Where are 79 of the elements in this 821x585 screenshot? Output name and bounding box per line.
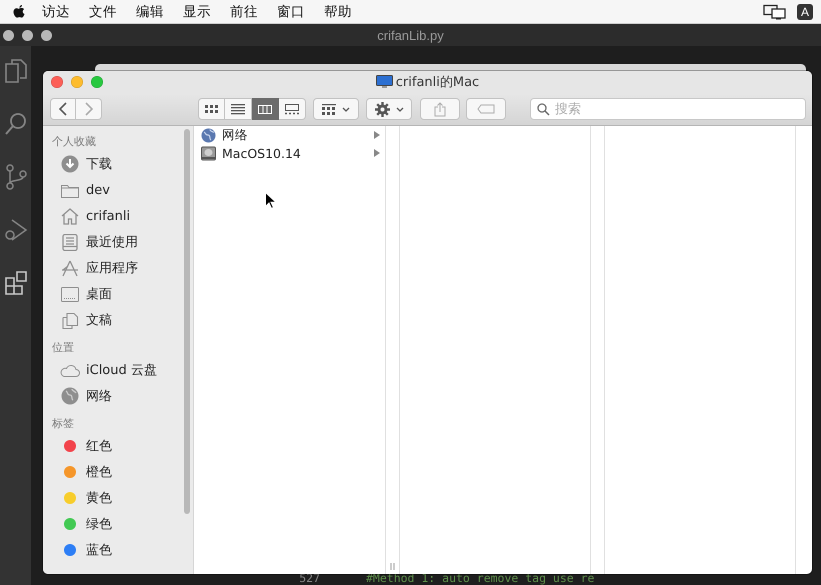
menu-item[interactable]: 窗口 bbox=[277, 2, 305, 20]
tray-icon bbox=[62, 234, 78, 250]
gallery-icon bbox=[285, 104, 299, 114]
chevron-down-icon bbox=[342, 106, 350, 112]
globe-icon bbox=[201, 128, 216, 142]
window-title: crifanLib.py bbox=[377, 28, 444, 42]
settings-icon bbox=[374, 102, 390, 116]
sidebar-item[interactable]: 红色 bbox=[43, 433, 184, 459]
files-icon[interactable] bbox=[4, 58, 28, 84]
scrollbar[interactable] bbox=[184, 129, 190, 514]
folder-icon bbox=[61, 182, 79, 198]
view-mode-button[interactable] bbox=[252, 98, 279, 120]
download-icon bbox=[61, 155, 79, 173]
mouse-pointer-icon bbox=[265, 192, 276, 209]
apps-icon bbox=[61, 260, 79, 276]
window-control[interactable] bbox=[22, 30, 33, 40]
sidebar-item[interactable]: 黄色 bbox=[43, 485, 184, 511]
view-mode-button[interactable] bbox=[198, 98, 225, 120]
view-mode-button[interactable] bbox=[279, 98, 306, 120]
tag-icon bbox=[477, 104, 495, 114]
icon-grid-icon bbox=[322, 104, 336, 114]
disclosure-arrow-icon bbox=[374, 149, 380, 157]
search-icon bbox=[537, 102, 550, 116]
menu-item[interactable]: 编辑 bbox=[136, 2, 164, 20]
sidebar-item[interactable]: crifanli bbox=[43, 203, 184, 229]
chevron-right-icon bbox=[84, 102, 92, 116]
search-field[interactable]: 搜索 bbox=[530, 98, 806, 120]
action-button[interactable] bbox=[366, 98, 412, 120]
sidebar-item[interactable]: 应用程序 bbox=[43, 255, 184, 281]
house-icon bbox=[61, 208, 79, 224]
share-icon bbox=[434, 102, 446, 116]
sidebar-item[interactable]: 网络 bbox=[43, 383, 184, 409]
computer-icon bbox=[376, 75, 393, 89]
menu-item[interactable]: 访达 bbox=[42, 2, 70, 20]
display-icon[interactable] bbox=[762, 4, 787, 20]
chevron-left-icon bbox=[59, 102, 67, 116]
menu-item[interactable]: 文件 bbox=[89, 2, 117, 20]
section-heading: 标签 bbox=[51, 416, 75, 432]
column-row[interactable]: MacOS10.14 bbox=[194, 144, 385, 162]
list-icon bbox=[231, 104, 245, 114]
window-control[interactable] bbox=[41, 30, 52, 40]
code-comment: #Method 1: auto remove tag use re bbox=[366, 571, 594, 585]
menu-item[interactable]: 前往 bbox=[230, 2, 258, 20]
window-title: crifanli的Mac bbox=[396, 74, 480, 91]
view-mode-button[interactable] bbox=[225, 98, 252, 120]
sidebar-item[interactable]: 绿色 bbox=[43, 511, 184, 537]
zoom-button[interactable] bbox=[91, 76, 103, 88]
search-icon[interactable] bbox=[4, 111, 28, 137]
menu-item[interactable]: 帮助 bbox=[324, 2, 352, 20]
back-button[interactable] bbox=[50, 98, 76, 120]
apple-logo-icon[interactable] bbox=[12, 4, 26, 20]
desktop-icon bbox=[61, 286, 79, 302]
sidebar-item[interactable]: 下载 bbox=[43, 151, 184, 177]
sidebar-item[interactable]: iCloud 云盘 bbox=[43, 357, 184, 383]
sidebar-item[interactable]: dev bbox=[43, 177, 184, 203]
hard-drive-icon bbox=[201, 146, 216, 160]
icon-grid-icon bbox=[204, 104, 218, 114]
sidebar-item[interactable]: 蓝色 bbox=[43, 537, 184, 563]
window-control[interactable] bbox=[3, 30, 14, 40]
globe-icon bbox=[61, 387, 79, 405]
disclosure-arrow-icon bbox=[374, 131, 380, 139]
sidebar-item[interactable]: 最近使用 bbox=[43, 229, 184, 255]
documents-icon bbox=[62, 312, 78, 328]
column-row[interactable]: 网络 bbox=[194, 126, 385, 144]
branch-icon[interactable] bbox=[4, 164, 28, 190]
sidebar-item[interactable]: 文稿 bbox=[43, 307, 184, 333]
resize-handle-icon[interactable] bbox=[390, 563, 395, 570]
close-button[interactable] bbox=[51, 76, 63, 88]
extensions-icon[interactable] bbox=[4, 270, 28, 296]
section-heading: 位置 bbox=[51, 340, 75, 356]
cloud-icon bbox=[60, 364, 80, 376]
arrange-button[interactable] bbox=[313, 98, 359, 120]
chevron-down-icon bbox=[396, 106, 404, 112]
sidebar-item[interactable]: 橙色 bbox=[43, 459, 184, 485]
menu-item[interactable]: 显示 bbox=[183, 2, 211, 20]
sidebar-item[interactable]: 桌面 bbox=[43, 281, 184, 307]
input-source-indicator[interactable]: A bbox=[796, 4, 813, 20]
section-heading: 个人收藏 bbox=[51, 134, 97, 150]
columns-icon bbox=[258, 104, 272, 114]
